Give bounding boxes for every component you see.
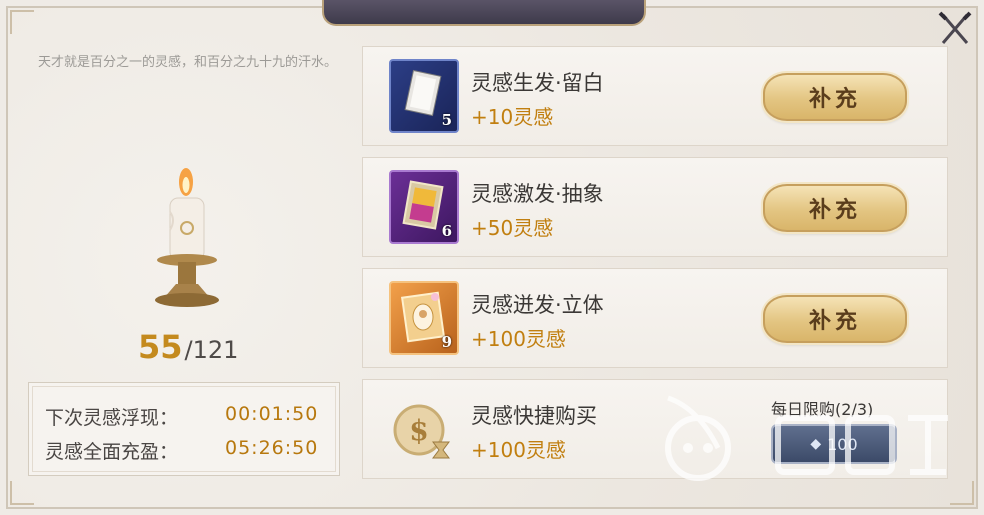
supply-button[interactable]: 补充 [763, 73, 907, 121]
item-title: 灵感生发·留白 [471, 71, 604, 95]
corner-ornament [10, 481, 34, 505]
inspiration-current: 55 [138, 328, 183, 366]
next-inspiration-label: 下次灵感浮现： [45, 407, 179, 429]
quick-buy-card: $ 灵感快捷购买 +100灵感 每日限购(2/3) ◆ 100 [362, 379, 948, 479]
corner-ornament [10, 10, 34, 34]
inspiration-max: 121 [192, 336, 239, 364]
full-inspiration-label: 灵感全面充盈： [45, 441, 179, 463]
item-reward: +100灵感 [471, 438, 566, 462]
next-inspiration-row: 下次灵感浮现： 00:01:50 [45, 403, 335, 433]
item-reward: +50灵感 [471, 216, 554, 240]
next-inspiration-timer: 00:01:50 [225, 403, 319, 425]
supply-card-blank: 5 灵感生发·留白 +10灵感 补充 [362, 46, 948, 146]
supply-card-abstract: 6 灵感激发·抽象 +50灵感 补充 [362, 157, 948, 257]
item-title: 灵感迸发·立体 [471, 293, 604, 317]
supply-card-portrait: 9 灵感迸发·立体 +100灵感 补充 [362, 268, 948, 368]
candle-icon [140, 160, 240, 320]
item-title: 灵感快捷购买 [471, 404, 597, 428]
full-inspiration-row: 灵感全面充盈： 05:26:50 [45, 437, 335, 467]
corner-ornament [950, 481, 974, 505]
quick-buy-button[interactable]: ◆ 100 [771, 424, 897, 464]
blank-canvas-icon: 5 [389, 59, 459, 133]
inspiration-separator: / [184, 336, 193, 364]
supply-button[interactable]: 补充 [763, 295, 907, 343]
abstract-painting-icon: 6 [389, 170, 459, 244]
full-inspiration-timer: 05:26:50 [225, 437, 319, 459]
timer-panel: 下次灵感浮现： 00:01:50 灵感全面充盈： 05:26:50 [28, 382, 340, 476]
item-count-badge: 6 [441, 222, 452, 240]
item-title: 灵感激发·抽象 [471, 182, 604, 206]
inspiration-count: 55 / 121 [138, 328, 238, 368]
quote-text: 天才就是百分之一的灵感，和百分之九十九的汗水。 [38, 55, 338, 70]
supply-button[interactable]: 补充 [763, 184, 907, 232]
item-count-badge: 5 [441, 111, 452, 129]
svg-text:$: $ [409, 414, 428, 447]
item-reward: +10灵感 [471, 105, 554, 129]
item-reward: +100灵感 [471, 327, 566, 351]
quick-buy-price: 100 [827, 434, 858, 454]
header-ornament [322, 0, 646, 26]
item-count-badge: 9 [441, 333, 452, 351]
close-icon [938, 11, 972, 44]
diamond-icon: ◆ [810, 436, 822, 452]
framed-portrait-icon: 9 [389, 281, 459, 355]
daily-limit-label: 每日限购(2/3) [771, 400, 874, 419]
coin-hourglass-icon: $ [389, 392, 459, 466]
